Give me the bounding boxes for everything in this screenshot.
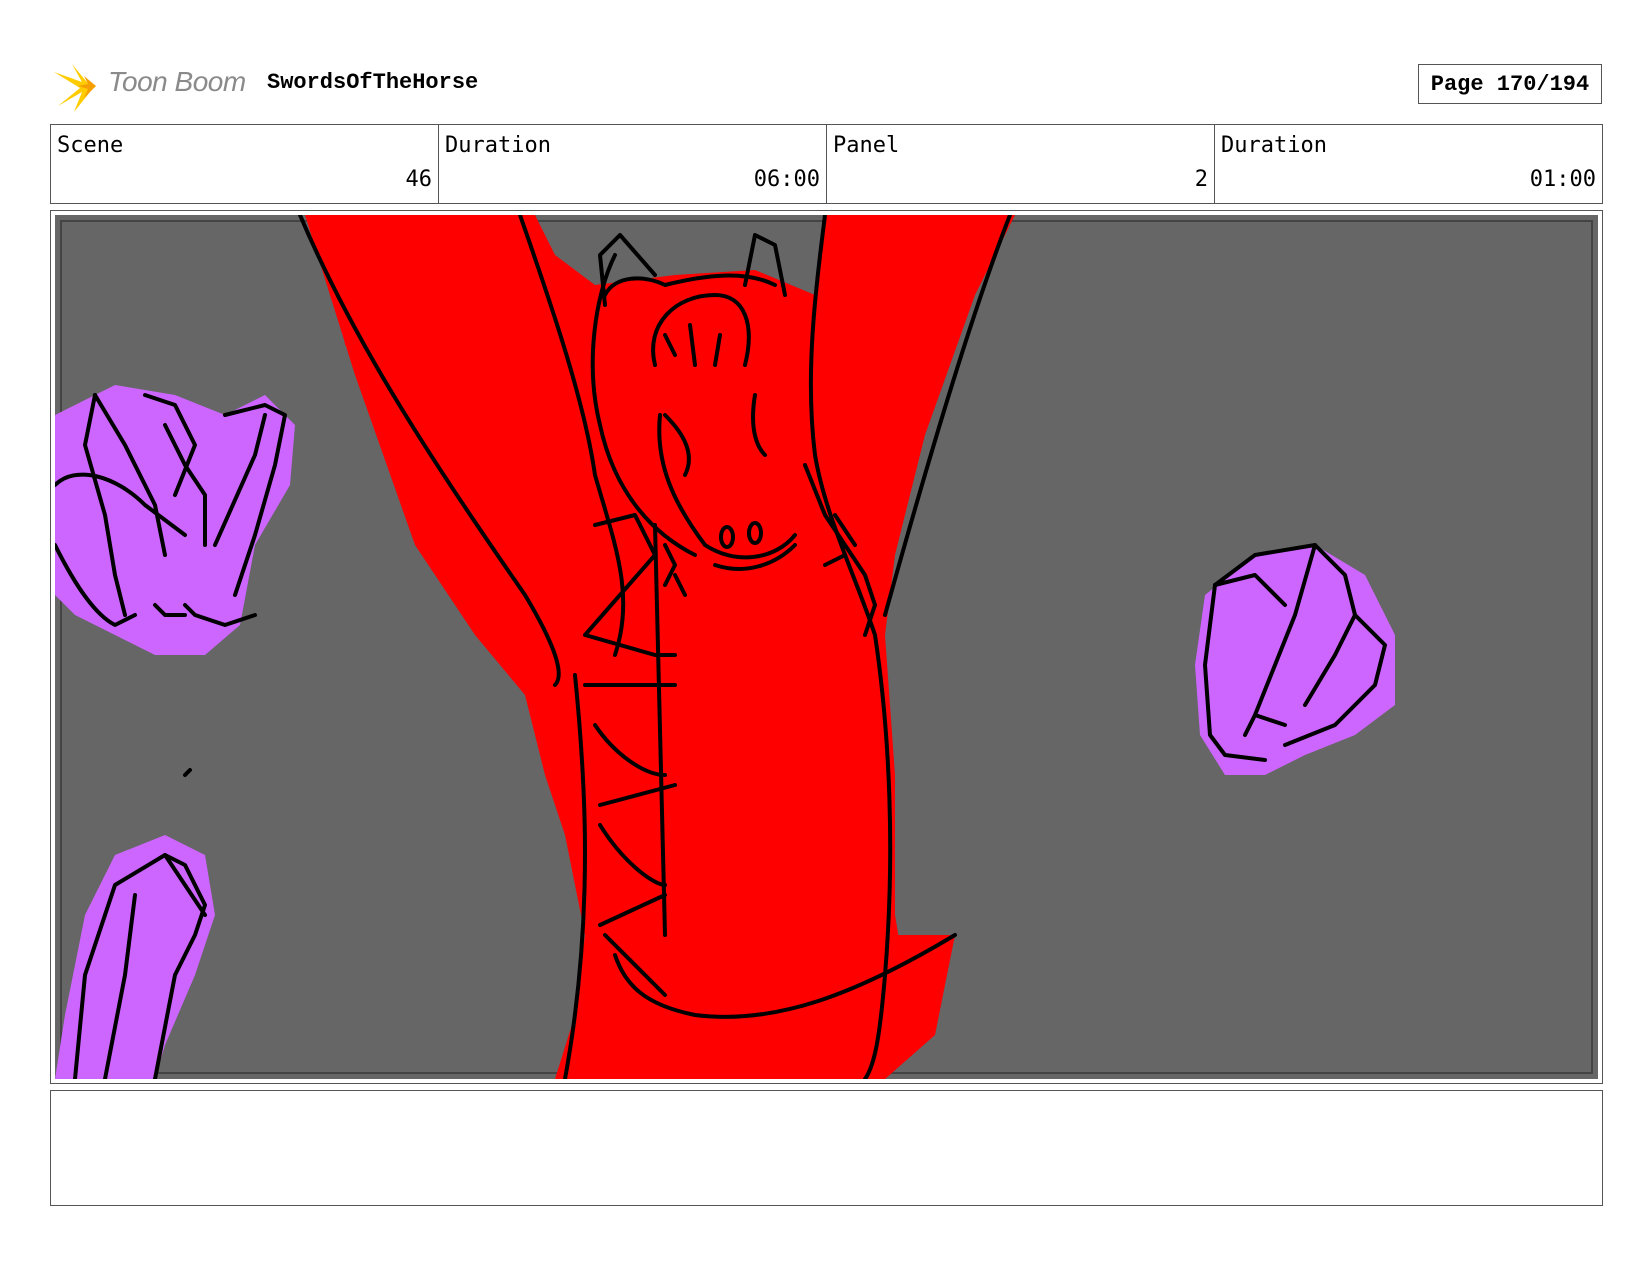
scene-value: 46 — [405, 167, 433, 192]
scene-duration-label: Duration — [445, 133, 551, 158]
page-indicator: Page 170/194 — [1418, 64, 1602, 104]
panel-label: Panel — [833, 133, 900, 158]
panel-info-row: Scene 46 Duration 06:00 Panel 2 Duration… — [50, 124, 1603, 204]
logo-text: Toon Boom — [108, 66, 246, 97]
storyboard-panel — [50, 210, 1603, 1084]
panel-cell: Panel 2 — [827, 125, 1215, 203]
panel-drawing — [55, 215, 1598, 1079]
scene-label: Scene — [57, 133, 124, 158]
panel-notes-box — [50, 1090, 1603, 1206]
panel-duration-cell: Duration 01:00 — [1215, 125, 1602, 203]
panel-value: 2 — [1194, 167, 1208, 192]
toon-boom-logo: Toon Boom — [52, 58, 247, 114]
scene-duration-value: 06:00 — [753, 167, 820, 192]
panel-duration-label: Duration — [1221, 133, 1327, 158]
project-title: SwordsOfTheHorse — [267, 70, 479, 95]
scene-cell: Scene 46 — [51, 125, 439, 203]
panel-duration-value: 01:00 — [1529, 167, 1596, 192]
scene-duration-cell: Duration 06:00 — [439, 125, 827, 203]
starburst-icon — [54, 64, 96, 112]
